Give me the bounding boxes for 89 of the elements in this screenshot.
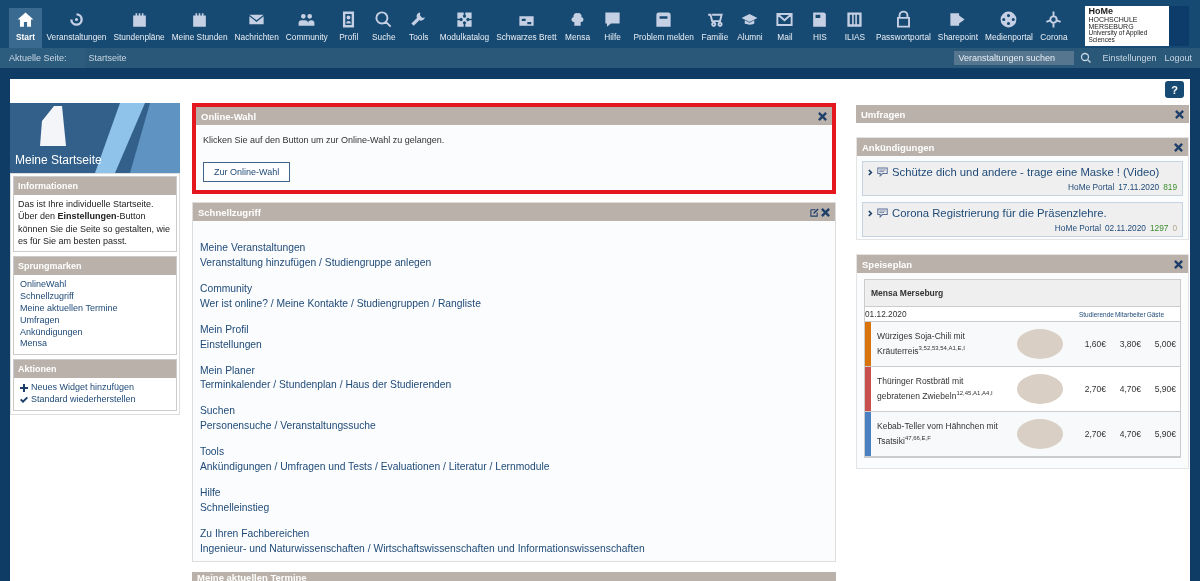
jump-link[interactable]: Ankündigungen <box>20 326 170 339</box>
panel-header: Informationen <box>14 177 176 195</box>
breadcrumb-link[interactable]: Startseite <box>84 53 127 63</box>
page-title: Meine Startseite <box>14 153 102 169</box>
price: 4,70€ <box>1118 384 1141 394</box>
header-link[interactable]: Einstellungen <box>1102 53 1157 63</box>
view-count: 819 <box>1163 182 1177 192</box>
nav-item[interactable]: Alumni <box>733 0 767 48</box>
announcement-author: HoMe Portal <box>1054 223 1101 233</box>
price: 5,00€ <box>1153 339 1176 349</box>
quick-links[interactable]: Personensuche / Veranstaltungssuche <box>200 419 828 435</box>
action-link[interactable]: Standard wiederherstellen <box>20 394 170 407</box>
nav-item[interactable]: Nachrichten <box>232 0 282 48</box>
quick-link-heading[interactable]: Meine Veranstaltungen <box>200 241 828 256</box>
nav-item[interactable]: Community <box>283 0 331 48</box>
widget-title: Online-Wahl <box>201 110 257 122</box>
nav-item[interactable]: Veranstaltungen <box>44 0 109 48</box>
nav-item[interactable]: Start <box>9 8 42 48</box>
nav-item[interactable]: Modulkatalog <box>437 0 492 48</box>
quick-links[interactable]: Veranstaltung hinzufügen / Studiengruppe anlegen <box>200 255 828 271</box>
view-count: 1297 <box>1149 223 1169 233</box>
header-link[interactable]: Logout <box>1164 53 1192 63</box>
nav-item[interactable]: Medienportal <box>982 0 1036 48</box>
nav-item[interactable]: Stundenpläne <box>111 0 168 48</box>
widget-title: Umfragen <box>861 108 906 120</box>
quick-links[interactable]: Schnelleinstieg <box>200 501 828 516</box>
jump-link[interactable]: Meine aktuellen Termine <box>20 302 170 315</box>
help-button[interactable]: ? <box>1165 81 1184 98</box>
widget-title: Speiseplan <box>862 258 913 270</box>
quick-links[interactable]: Ankündigungen / Umfragen und Tests / Evaluationen / Literatur / Lernmodule <box>200 460 828 476</box>
nav-item[interactable]: Tools <box>402 0 436 48</box>
announcement-date: 17.11.2020 <box>1118 182 1160 192</box>
instruction-text: Klicken Sie auf den Button um zur Online-Wahl zu gelangen. <box>203 135 446 145</box>
quick-link-heading[interactable]: Community <box>200 281 828 297</box>
search-field[interactable]: Veranstaltungen suchen <box>954 51 1075 65</box>
nav-item[interactable]: Schwarzes Brett <box>493 0 560 48</box>
quick-link-heading[interactable]: Suchen <box>200 404 828 420</box>
price: 2,70€ <box>1083 384 1106 394</box>
nav-item[interactable]: Passwortportal <box>873 0 934 48</box>
nav-item[interactable]: Profil <box>332 0 366 48</box>
quick-links[interactable]: Terminkalender / Stundenplan / Haus der Studierenden <box>200 378 828 394</box>
menu-date: 01.12.2020 <box>865 309 907 319</box>
price: 4,70€ <box>1118 429 1141 439</box>
price: 5,90€ <box>1153 384 1176 394</box>
price: 5,90€ <box>1153 429 1176 439</box>
nav-item[interactable]: ILIAS <box>838 0 872 48</box>
nav-item[interactable]: Problem melden <box>631 0 697 48</box>
nav-item[interactable]: Familie <box>698 0 732 48</box>
price: 1,60€ <box>1083 339 1106 349</box>
jump-link[interactable]: Schnellzugriff <box>20 290 170 303</box>
quick-links[interactable]: Wer ist online? / Meine Kontakte / Studiengruppen / Rangliste <box>200 296 828 312</box>
widget-title: Ankündigungen <box>862 141 935 153</box>
quick-links[interactable]: Einstellungen <box>200 337 828 353</box>
comment-count: 0 <box>1172 223 1177 233</box>
nav-item[interactable]: Hilfe <box>596 0 630 48</box>
jump-link[interactable]: Umfragen <box>20 314 170 327</box>
jump-link[interactable]: OnlineWahl <box>20 278 170 291</box>
nav-item[interactable]: Mail <box>768 0 802 48</box>
nav-item[interactable]: Meine Stunden <box>169 0 231 48</box>
panel-header: Aktionen <box>14 360 176 379</box>
nav-item[interactable]: Mensa <box>561 0 595 48</box>
meal-name: Thüringer Rostbrätl mit gebratenen Zwiebeln$^{12,45,A1,A4,I}$ <box>876 375 994 403</box>
announcement-date: 02.11.2020 <box>1105 223 1146 233</box>
breadcrumb-label: Aktuelle Seite: <box>0 48 85 68</box>
jump-link[interactable]: Mensa <box>20 338 170 351</box>
quick-link-heading[interactable]: Zu Ihren Fachbereichen <box>200 526 828 542</box>
price: 3,80€ <box>1118 339 1141 349</box>
announcement-author: HoMe Portal <box>1068 182 1115 192</box>
meal-name: Würziges Soja-Chili mit Kräuterreis$^{3,52,53,54,A1,E,I}$ <box>876 330 966 358</box>
quick-link-heading[interactable]: Mein Planer <box>200 363 828 379</box>
quick-links[interactable]: Ingenieur- und Naturwissenschaften / Wirtschaftswissenschaften und Informationswissenschaften <box>200 541 828 557</box>
price: 2,70€ <box>1083 429 1106 439</box>
meal-name: Kebab-Teller vom Hähnchen mit Tsatsiki$^{47,66,E,F}$ <box>876 420 999 448</box>
panel-header: Sprungmarken <box>14 256 176 275</box>
quick-link-heading[interactable]: Hilfe <box>200 486 828 501</box>
widget-title: Meine aktuellen Termine <box>197 571 307 581</box>
announcement-title[interactable]: Schütze dich und andere - trage eine Maske ! (Video) <box>892 166 1160 178</box>
nav-item[interactable]: HIS <box>803 0 837 48</box>
quick-link-heading[interactable]: Mein Profil <box>200 322 828 338</box>
cafeteria-name: Mensa Merseburg <box>865 280 1180 307</box>
announcement-title[interactable]: Corona Registrierung für die Präsenzlehre. <box>892 207 1107 219</box>
nav-item[interactable]: Suche <box>367 0 401 48</box>
info-text: Das ist Ihre individuelle Startseite. Über den Einstellungen-Button können Sie die Seite so gestalten, wie es für Sie am besten passt. <box>17 198 172 249</box>
nav-item[interactable]: Corona <box>1037 0 1071 48</box>
quick-link-heading[interactable]: Tools <box>200 445 828 461</box>
online-vote-button[interactable]: Zur Online-Wahl <box>203 162 291 182</box>
action-link[interactable]: Neues Widget hinzufügen <box>20 382 170 395</box>
nav-item[interactable]: Sharepoint <box>935 0 981 48</box>
widget-title: Schnellzugriff <box>198 206 261 218</box>
